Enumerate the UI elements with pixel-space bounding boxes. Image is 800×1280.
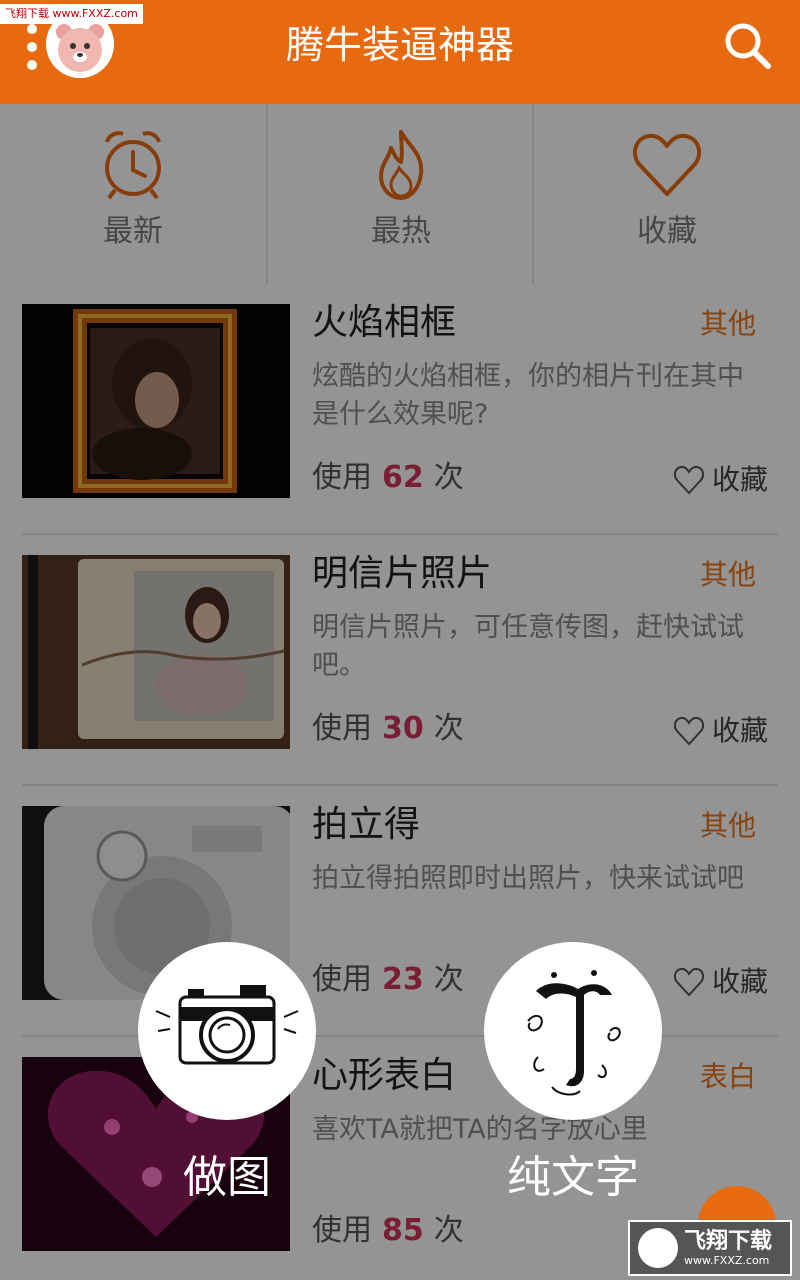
- dim-overlay[interactable]: [0, 104, 800, 1280]
- watermark-url: www.FXXZ.com: [684, 1253, 770, 1267]
- watermark-bottom: 飞翔下载 www.FXXZ.com: [628, 1220, 792, 1276]
- search-icon[interactable]: [718, 16, 778, 76]
- make-image-button[interactable]: [138, 942, 316, 1120]
- app-title: 腾牛装逼神器: [285, 23, 514, 67]
- watermark-brand: 飞翔下载: [684, 1228, 773, 1254]
- decorative-t-icon: [527, 970, 621, 1096]
- watermark-top: 飞翔下载 www.FXXZ.com: [0, 4, 143, 24]
- watermark-logo: [638, 1228, 678, 1268]
- plain-text-button[interactable]: [484, 942, 662, 1120]
- plain-text-label: 纯文字: [507, 1152, 639, 1203]
- make-image-label: 做图: [183, 1152, 271, 1203]
- camera-icon: [155, 985, 299, 1065]
